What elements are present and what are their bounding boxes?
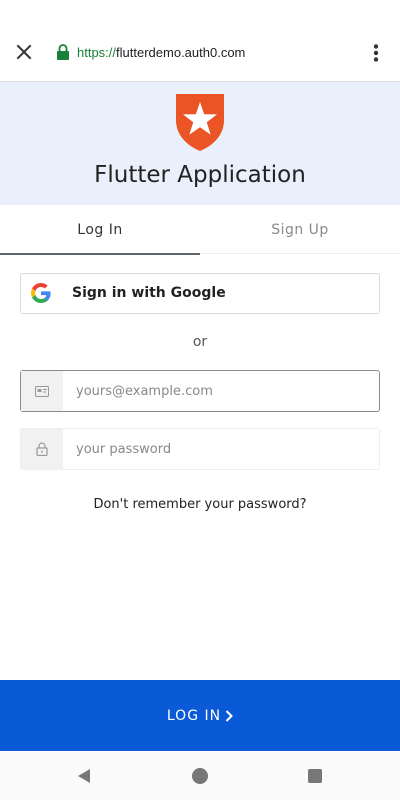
password-icon-box — [21, 429, 63, 469]
more-vert-icon — [373, 44, 379, 62]
close-button[interactable] — [12, 40, 36, 64]
tab-sign-up[interactable]: Sign Up — [200, 205, 400, 254]
id-card-icon — [35, 385, 49, 397]
back-triangle-icon[interactable] — [75, 767, 93, 785]
url-scheme: https:// — [77, 45, 117, 60]
url-bar[interactable]: https://flutterdemo.auth0.com — [77, 44, 245, 62]
forgot-password-link[interactable]: Don't remember your password? — [0, 497, 400, 512]
password-input[interactable] — [63, 429, 379, 469]
google-g-icon — [31, 283, 51, 303]
system-navigation-bar — [0, 751, 400, 800]
close-icon — [16, 44, 32, 60]
url-host: flutterdemo.auth0.com — [116, 45, 246, 60]
or-separator: or — [192, 334, 208, 350]
secure-lock-icon — [57, 44, 69, 60]
email-field-wrapper — [20, 370, 380, 412]
password-field-wrapper — [20, 428, 380, 470]
browser-toolbar: https://flutterdemo.auth0.com — [0, 0, 400, 82]
google-button-label: Sign in with Google — [72, 285, 226, 301]
page-title: Flutter Application — [94, 162, 306, 188]
overflow-menu-button[interactable] — [366, 40, 386, 66]
recents-square-icon[interactable] — [308, 769, 322, 783]
chevron-right-icon — [225, 709, 234, 722]
home-circle-icon[interactable] — [192, 768, 208, 784]
lock-icon — [36, 442, 48, 456]
email-input[interactable] — [63, 371, 379, 411]
tab-log-in[interactable]: Log In — [0, 205, 200, 255]
auth-tabs: Log In Sign Up — [0, 205, 400, 255]
log-in-submit-button[interactable]: LOG IN — [0, 680, 400, 751]
email-icon-box — [21, 371, 63, 411]
submit-button-label: LOG IN — [166, 707, 222, 724]
google-sign-in-button[interactable]: Sign in with Google — [20, 273, 380, 314]
lock-header: Flutter Application — [0, 82, 400, 205]
auth0-shield-star-icon — [176, 94, 224, 151]
